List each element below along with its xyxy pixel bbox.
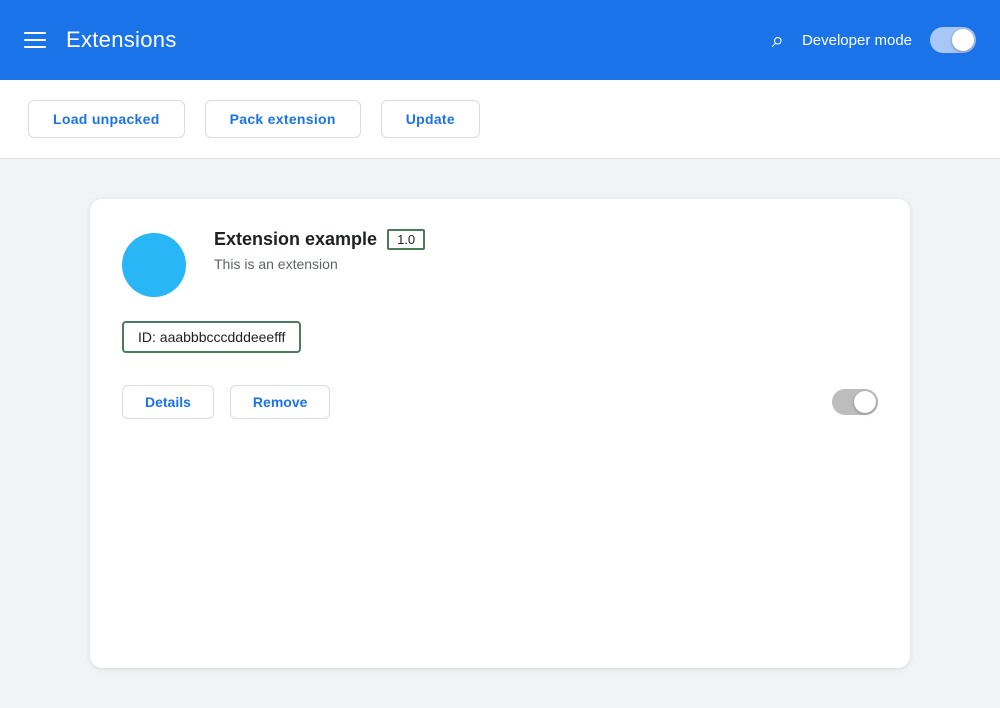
extension-enable-toggle[interactable] [832, 389, 878, 415]
card-buttons: Details Remove [122, 385, 330, 419]
extension-id-section: ID: aaabbbcccdddeeefff [122, 321, 878, 353]
menu-icon[interactable] [24, 32, 46, 48]
developer-mode-label: Developer mode [802, 32, 912, 49]
load-unpacked-button[interactable]: Load unpacked [28, 100, 185, 138]
card-top: Extension example 1.0 This is an extensi… [122, 229, 878, 297]
update-button[interactable]: Update [381, 100, 480, 138]
app-header: Extensions ⌕ Developer mode [0, 0, 1000, 80]
main-content: Extension example 1.0 This is an extensi… [0, 159, 1000, 708]
header-left: Extensions [24, 27, 177, 53]
extension-info: Extension example 1.0 This is an extensi… [214, 229, 878, 272]
pack-extension-button[interactable]: Pack extension [205, 100, 361, 138]
card-bottom: Details Remove [122, 381, 878, 419]
extension-id-box: ID: aaabbbcccdddeeefff [122, 321, 301, 353]
extension-description: This is an extension [214, 256, 878, 272]
details-button[interactable]: Details [122, 385, 214, 419]
header-right: ⌕ Developer mode [772, 27, 976, 53]
developer-mode-toggle[interactable] [930, 27, 976, 53]
extension-name-row: Extension example 1.0 [214, 229, 878, 250]
remove-button[interactable]: Remove [230, 385, 330, 419]
toolbar: Load unpacked Pack extension Update [0, 80, 1000, 159]
extension-version-badge: 1.0 [387, 229, 425, 250]
extension-card: Extension example 1.0 This is an extensi… [90, 199, 910, 668]
extension-icon [122, 233, 186, 297]
extension-name: Extension example [214, 229, 377, 250]
search-icon[interactable]: ⌕ [772, 27, 784, 53]
page-title: Extensions [66, 27, 177, 53]
